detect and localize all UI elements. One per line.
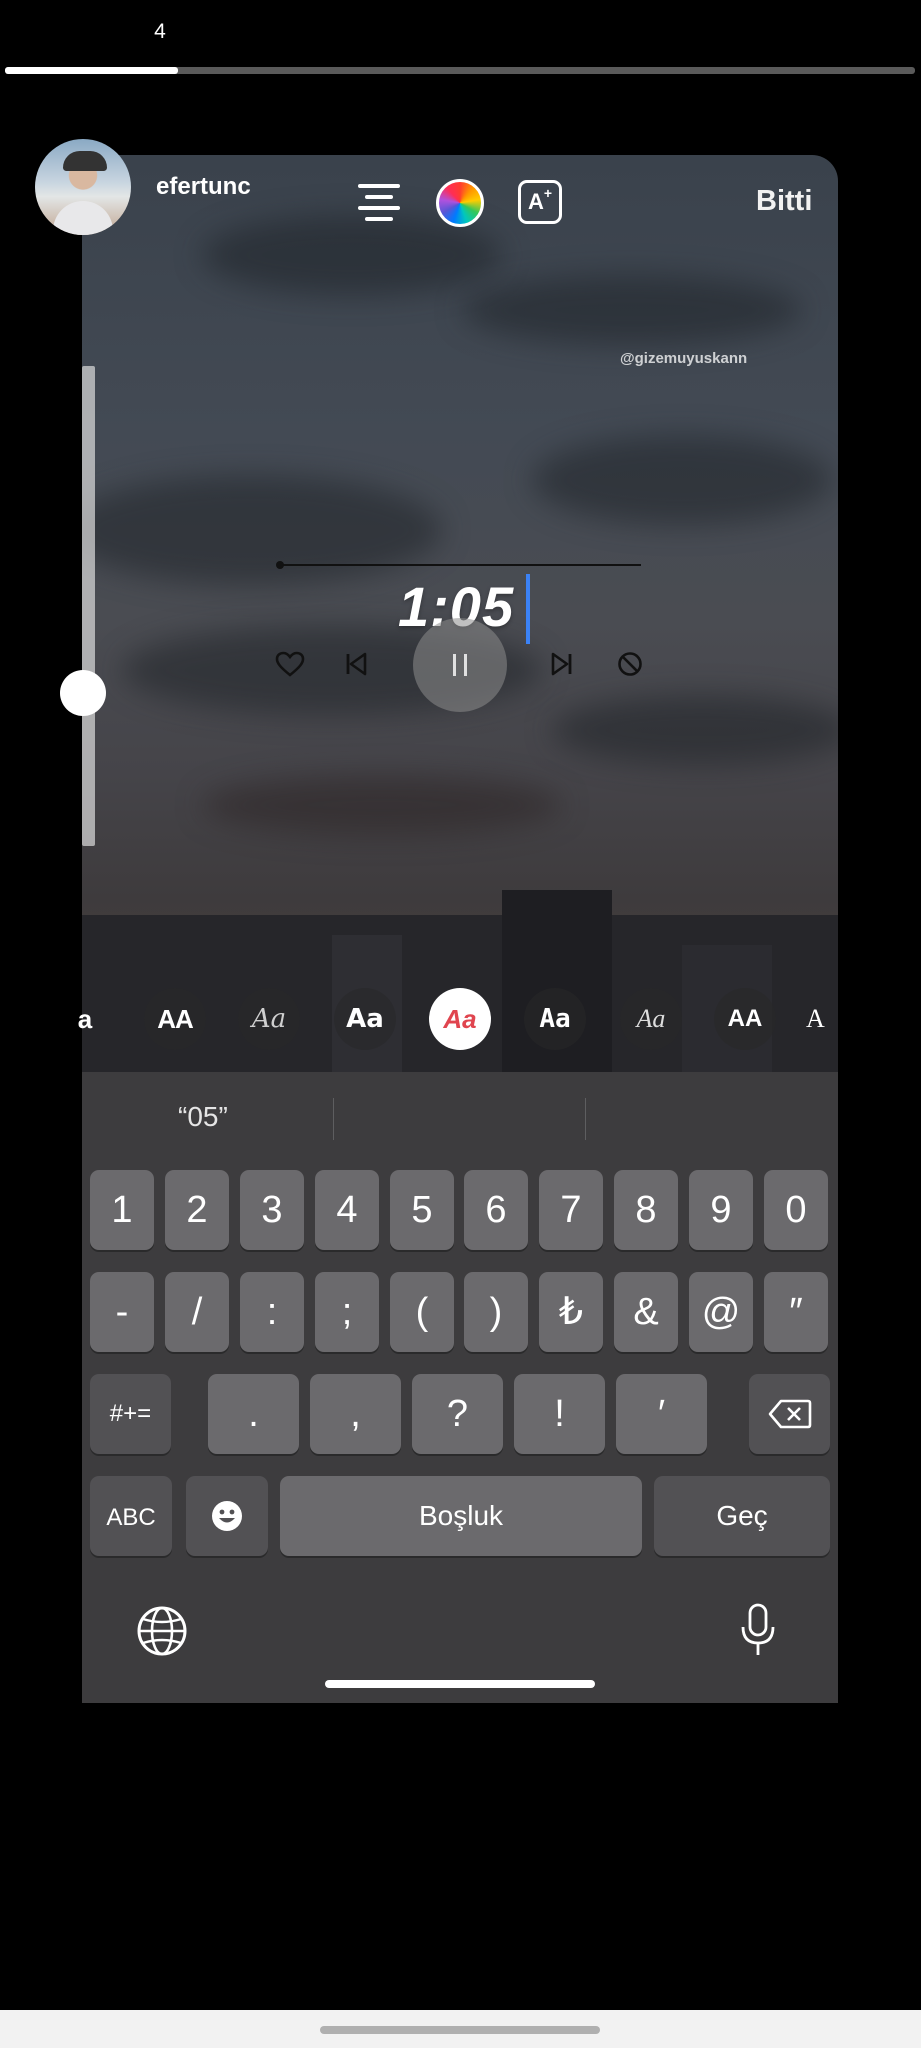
- key-8[interactable]: 8: [614, 1170, 678, 1250]
- key-colon[interactable]: :: [240, 1272, 304, 1352]
- key-dash[interactable]: -: [90, 1272, 154, 1352]
- globe-icon[interactable]: [136, 1605, 188, 1657]
- story-counter: 4: [154, 20, 166, 43]
- key-6[interactable]: 6: [464, 1170, 528, 1250]
- music-progress-line: [276, 561, 641, 569]
- font-option-9[interactable]: A: [806, 988, 838, 1050]
- abc-key[interactable]: ABC: [90, 1476, 172, 1556]
- text-effect-plus: +: [543, 185, 553, 201]
- block-icon[interactable]: [617, 651, 643, 677]
- font-option-4[interactable]: Aa: [334, 988, 396, 1050]
- key-4[interactable]: 4: [315, 1170, 379, 1250]
- return-key[interactable]: Geç: [654, 1476, 830, 1556]
- key-1[interactable]: 1: [90, 1170, 154, 1250]
- font-option-8[interactable]: AA: [714, 988, 776, 1050]
- username[interactable]: efertunc: [156, 173, 251, 201]
- font-option-2[interactable]: AA: [144, 988, 206, 1050]
- emoji-key[interactable]: [186, 1476, 268, 1556]
- space-key[interactable]: Boşluk: [280, 1476, 642, 1556]
- key-quote[interactable]: ″: [764, 1272, 828, 1352]
- text-size-slider-handle[interactable]: [60, 670, 106, 716]
- backspace-icon: [768, 1399, 811, 1429]
- watermark-text: @gizemuyuskann: [620, 350, 748, 367]
- emoji-icon: [212, 1501, 242, 1531]
- text-effect-letter: A: [527, 189, 544, 214]
- key-lira[interactable]: ₺: [539, 1272, 603, 1352]
- key-slash[interactable]: /: [165, 1272, 229, 1352]
- pause-button[interactable]: [413, 618, 507, 712]
- key-0[interactable]: 0: [764, 1170, 828, 1250]
- text-size-slider[interactable]: [82, 366, 95, 846]
- key-close-paren[interactable]: ): [464, 1272, 528, 1352]
- key-period[interactable]: .: [208, 1374, 299, 1454]
- color-wheel-icon[interactable]: [436, 179, 484, 227]
- key-semicolon[interactable]: ;: [315, 1272, 379, 1352]
- system-home-handle[interactable]: [320, 2026, 600, 2034]
- avatar[interactable]: [35, 139, 131, 235]
- align-center-icon[interactable]: [358, 182, 400, 222]
- key-5[interactable]: 5: [390, 1170, 454, 1250]
- font-option-7[interactable]: Aa: [620, 988, 682, 1050]
- key-apostrophe[interactable]: ′: [616, 1374, 707, 1454]
- font-option-6[interactable]: Aa: [524, 988, 586, 1050]
- text-cursor: [526, 574, 530, 644]
- suggestion-item[interactable]: “05”: [178, 1101, 228, 1133]
- key-question[interactable]: ?: [412, 1374, 503, 1454]
- font-option-3[interactable]: Aa: [238, 988, 300, 1050]
- next-track-icon[interactable]: [550, 651, 574, 677]
- font-option-selected[interactable]: Aa: [429, 988, 491, 1050]
- story-progress-fill: [5, 67, 178, 74]
- story-progress-bar: [5, 67, 915, 74]
- font-option-1[interactable]: a: [60, 988, 110, 1050]
- key-comma[interactable]: ,: [310, 1374, 401, 1454]
- done-button[interactable]: Bitti: [756, 185, 812, 218]
- key-7[interactable]: 7: [539, 1170, 603, 1250]
- key-open-paren[interactable]: (: [390, 1272, 454, 1352]
- key-ampersand[interactable]: &: [614, 1272, 678, 1352]
- previous-track-icon[interactable]: [344, 651, 368, 677]
- backspace-key[interactable]: [749, 1374, 830, 1454]
- symbols-toggle-key[interactable]: #+=: [90, 1374, 171, 1454]
- key-3[interactable]: 3: [240, 1170, 304, 1250]
- key-9[interactable]: 9: [689, 1170, 753, 1250]
- text-effect-icon[interactable]: A+: [518, 180, 562, 224]
- key-2[interactable]: 2: [165, 1170, 229, 1250]
- home-indicator: [325, 1680, 595, 1688]
- key-exclamation[interactable]: !: [514, 1374, 605, 1454]
- heart-icon[interactable]: [275, 650, 305, 678]
- microphone-icon[interactable]: [740, 1603, 776, 1659]
- key-at[interactable]: @: [689, 1272, 753, 1352]
